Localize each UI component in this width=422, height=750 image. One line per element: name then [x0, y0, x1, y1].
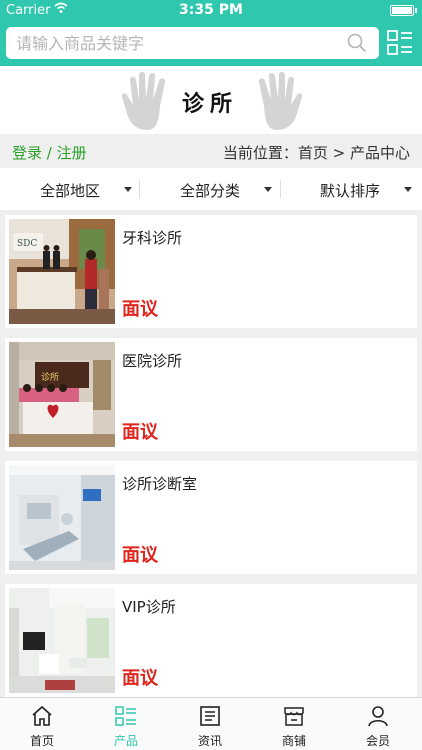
register-link[interactable]: 注册	[57, 144, 87, 162]
battery-tip	[415, 8, 417, 13]
status-bar: Carrier 3:35 PM	[0, 0, 422, 22]
app-header: Carrier 3:35 PM	[0, 0, 422, 66]
filter-category[interactable]: 全部分类	[141, 168, 281, 210]
chevron-down-icon	[264, 187, 272, 192]
product-list-icon	[115, 706, 136, 726]
user-icon	[368, 706, 388, 727]
tab-products[interactable]: 产品	[84, 698, 168, 750]
product-card[interactable]: VIP诊所 面议	[5, 584, 417, 697]
auth-separator: /	[42, 144, 57, 162]
tab-member-label: 会员	[365, 734, 390, 748]
battery-icon	[390, 5, 414, 16]
product-card[interactable]: 诊所诊断室 面议	[5, 461, 417, 574]
category-title: 诊所	[181, 91, 238, 117]
tab-home[interactable]: 首页	[0, 698, 84, 750]
filter-sort[interactable]: 默认排序	[282, 168, 422, 210]
filter-bar: 全部地区 全部分类 默认排序	[0, 168, 422, 210]
filter-region-label: 全部地区	[40, 182, 101, 200]
svg-text:SDC: SDC	[17, 239, 37, 249]
filter-category-label: 全部分类	[180, 182, 241, 200]
tab-shop[interactable]: 商铺	[252, 698, 336, 750]
product-image[interactable]: 诊所	[9, 342, 115, 447]
tab-products-label: 产品	[113, 734, 138, 748]
home-icon	[32, 705, 52, 726]
news-icon	[200, 706, 220, 726]
auth-links: 登录 / 注册	[12, 142, 87, 163]
product-image[interactable]	[9, 465, 115, 570]
product-price: 面议	[122, 668, 158, 689]
shop-icon	[284, 707, 304, 726]
svg-text:诊所: 诊所	[41, 371, 59, 383]
search-icon[interactable]	[347, 33, 367, 53]
category-menu-icon[interactable]	[387, 30, 413, 56]
product-name[interactable]: VIP诊所	[122, 596, 176, 617]
search-box[interactable]	[6, 27, 379, 59]
product-name[interactable]: 诊所诊断室	[122, 473, 197, 494]
product-price: 面议	[122, 422, 158, 443]
product-name[interactable]: 医院诊所	[122, 350, 182, 371]
tab-news[interactable]: 资讯	[168, 698, 252, 750]
product-card[interactable]: SDC 牙科诊所 面议	[5, 215, 417, 328]
tab-member[interactable]: 会员	[336, 698, 420, 750]
current-location: 当前位置：首页 > 产品中心	[222, 144, 410, 162]
product-price: 面议	[122, 299, 158, 320]
tab-bar: 首页 产品 资讯 商铺 会员	[0, 697, 422, 750]
filter-region[interactable]: 全部地区	[0, 168, 140, 210]
breadcrumb: 登录 / 注册 当前位置：首页 > 产品中心	[0, 134, 422, 168]
search-input[interactable]	[16, 31, 336, 55]
tab-home-label: 首页	[29, 734, 54, 748]
tab-shop-label: 商铺	[281, 734, 306, 748]
product-price: 面议	[122, 545, 158, 566]
category-banner: 诊所	[0, 66, 422, 134]
product-card[interactable]: 诊所 医院诊所 面议	[5, 338, 417, 451]
product-image[interactable]: SDC	[9, 219, 115, 324]
filter-sort-label: 默认排序	[320, 182, 381, 200]
clock: 3:35 PM	[179, 2, 243, 18]
product-name[interactable]: 牙科诊所	[122, 227, 182, 248]
tab-news-label: 资讯	[197, 734, 222, 748]
product-image[interactable]	[9, 588, 115, 693]
login-link[interactable]: 登录	[12, 144, 42, 162]
chevron-down-icon	[404, 187, 412, 192]
right-hand-icon	[258, 72, 303, 130]
chevron-down-icon	[124, 187, 132, 192]
